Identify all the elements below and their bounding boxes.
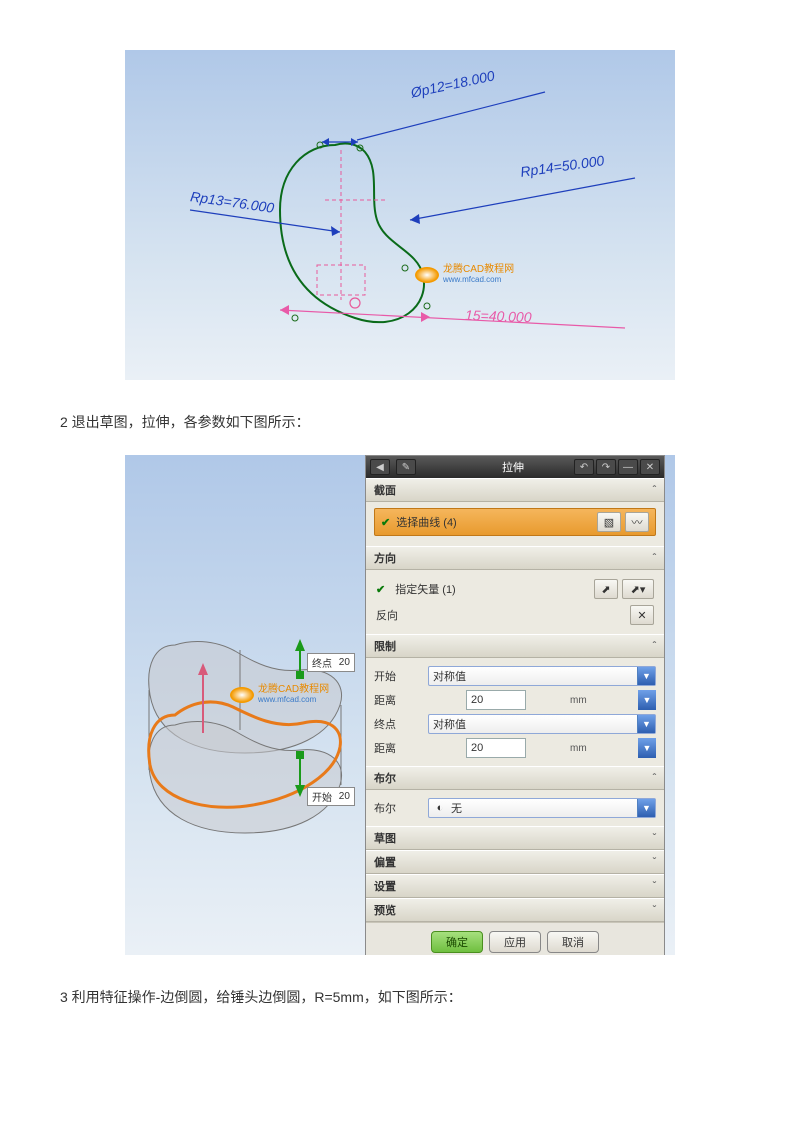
model-viewport: 终点 20 开始 20 龙腾CAD教程网www.mfcad.com (135, 615, 395, 835)
start-dropdown[interactable]: 对称值 ▼ (428, 666, 656, 686)
close-button[interactable]: ✕ (640, 459, 660, 475)
apply-button[interactable]: 应用 (489, 931, 541, 953)
chevron-down-icon: ▼ (637, 715, 655, 733)
dim-p15: 15=40.000 (465, 307, 532, 325)
boolean-row: 布尔 ◐ 无 ▼ (374, 796, 656, 820)
curve-icon-button[interactable]: 〰 (625, 512, 649, 532)
dialog-titlebar: ◀ ✎ 拉伸 ↶ ↷ — ✕ (366, 456, 664, 478)
chevron-up-icon: ˆ (653, 485, 656, 496)
vector-dropdown-button[interactable]: ⬈▾ (622, 579, 654, 599)
figure-sketch: Øp12=18.000 Rp13=76.000 Rp14=50.000 15=4… (125, 50, 675, 380)
chevron-down-icon: ˇ (653, 905, 656, 916)
sketch-svg (125, 50, 675, 380)
check-icon: ✔ (381, 516, 390, 529)
chevron-down-icon: ˇ (653, 833, 656, 844)
caption-step2: 2 退出草图，拉伸，各参数如下图所示： (60, 410, 800, 435)
vector-icon-button[interactable]: ⬈ (594, 579, 618, 599)
titlebar-redo-icon[interactable]: ↷ (596, 459, 616, 475)
end-dropdown[interactable]: 对称值 ▼ (428, 714, 656, 734)
start-row: 开始 对称值 ▼ (374, 664, 656, 688)
titlebar-undo-icon[interactable]: ↶ (574, 459, 594, 475)
dim-start[interactable]: 开始 20 (307, 787, 355, 806)
watermark: 龙腾CAD教程网www.mfcad.com (415, 265, 514, 285)
watermark-2: 龙腾CAD教程网www.mfcad.com (230, 685, 329, 705)
chevron-up-icon: ˆ (653, 553, 656, 564)
model-svg (135, 615, 395, 835)
section-header-offset[interactable]: 偏置ˇ (366, 850, 664, 874)
reverse-button[interactable]: ✕ (630, 605, 654, 625)
boolean-dropdown[interactable]: ◐ 无 ▼ (428, 798, 656, 818)
dialog-title: 拉伸 (502, 459, 524, 475)
distance2-row: 距离 20 mm ▼ (374, 736, 656, 760)
distance1-input[interactable]: 20 (466, 690, 526, 710)
none-icon: ◐ (433, 801, 447, 815)
chevron-down-icon: ▼ (637, 799, 655, 817)
section-header-limits[interactable]: 限制ˆ (366, 634, 664, 658)
sketch-icon-button[interactable]: ▧ (597, 512, 621, 532)
distance1-stepper[interactable]: ▼ (638, 690, 656, 710)
specify-vector-row[interactable]: ✔ 指定矢量 (1) ⬈ ⬈▾ (374, 576, 656, 602)
chevron-down-icon: ˇ (653, 881, 656, 892)
section-header-direction[interactable]: 方向ˆ (366, 546, 664, 570)
cancel-button[interactable]: 取消 (547, 931, 599, 953)
extrude-dialog: ◀ ✎ 拉伸 ↶ ↷ — ✕ 截面ˆ ✔ 选择曲线 (4) ▧ 〰 方向ˆ ✔ … (365, 455, 665, 955)
ok-button[interactable]: 确定 (431, 931, 483, 953)
section-header-section[interactable]: 截面ˆ (366, 478, 664, 502)
section-header-preview[interactable]: 预览ˇ (366, 898, 664, 922)
chevron-down-icon: ▼ (637, 667, 655, 685)
section-header-settings[interactable]: 设置ˇ (366, 874, 664, 898)
distance2-input[interactable]: 20 (466, 738, 526, 758)
caption-step3: 3 利用特征操作-边倒圆，给锤头边倒圆，R=5mm，如下图所示： (60, 985, 800, 1010)
reverse-row: 反向 ✕ (374, 602, 656, 628)
figure-extrude: 终点 20 开始 20 龙腾CAD教程网www.mfcad.com ◀ ✎ 拉伸… (125, 455, 675, 955)
dim-end[interactable]: 终点 20 (307, 653, 355, 672)
distance1-row: 距离 20 mm ▼ (374, 688, 656, 712)
titlebar-tool-icon[interactable]: ✎ (396, 459, 416, 475)
minimize-button[interactable]: — (618, 459, 638, 475)
select-curve-row[interactable]: ✔ 选择曲线 (4) ▧ 〰 (374, 508, 656, 536)
chevron-up-icon: ˆ (653, 773, 656, 784)
dialog-button-row: 确定 应用 取消 (366, 922, 664, 955)
chevron-up-icon: ˆ (653, 641, 656, 652)
titlebar-back-icon[interactable]: ◀ (370, 459, 390, 475)
section-header-boolean[interactable]: 布尔ˆ (366, 766, 664, 790)
chevron-down-icon: ˇ (653, 857, 656, 868)
end-row: 终点 对称值 ▼ (374, 712, 656, 736)
distance2-stepper[interactable]: ▼ (638, 738, 656, 758)
check-icon: ✔ (376, 583, 385, 596)
section-header-sketch[interactable]: 草图ˇ (366, 826, 664, 850)
